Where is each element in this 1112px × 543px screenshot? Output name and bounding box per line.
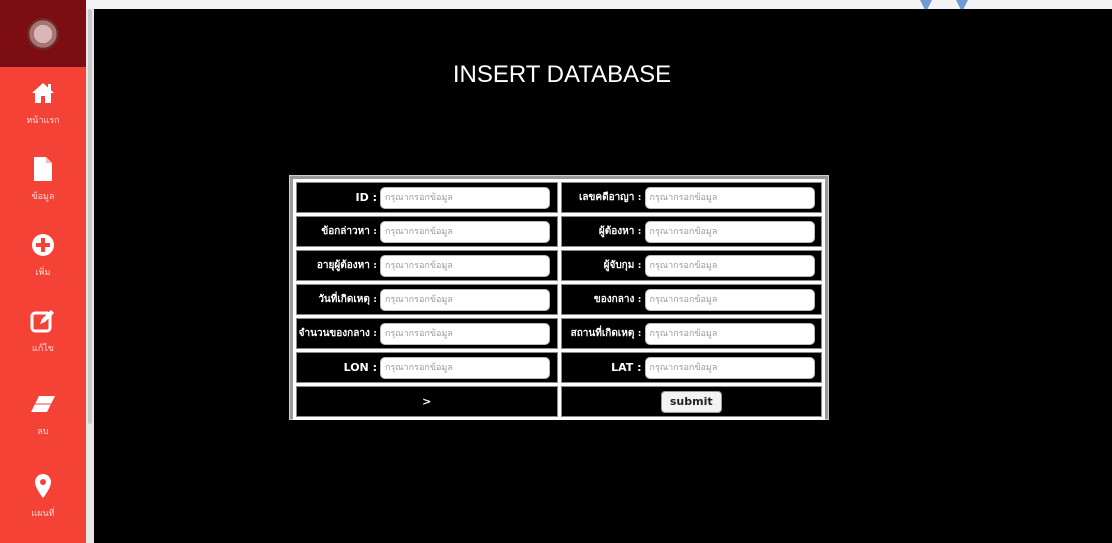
sidebar-item-label: หน้าแรก [26, 116, 60, 126]
sidebar: หน้าแรก ข้อมูล เพิ่ม แก้ไข ลบ แผนที่ [0, 0, 86, 543]
evidence-quantity-label: จำนวนของกลาง : [298, 328, 377, 339]
arresting-officer-input[interactable] [644, 254, 815, 277]
form-row: จำนวนของกลาง : สถานที่เกิดเหตุ : [296, 318, 822, 349]
id-input[interactable] [380, 186, 550, 209]
suspect-age-input[interactable] [380, 254, 550, 277]
form-row: ID : เลขคดีอาญา : [296, 182, 822, 213]
eraser-icon [30, 390, 56, 418]
form-row: อายุผู้ต้องหา : ผู้จับกุม : [296, 250, 822, 281]
incident-date-label: วันที่เกิดเหตุ : [318, 294, 377, 305]
file-icon [33, 155, 53, 183]
arresting-officer-label: ผู้จับกุม : [603, 260, 642, 271]
case-number-input[interactable] [644, 186, 815, 209]
sidebar-item-label: เพิ่ม [35, 268, 51, 278]
form-row: ข้อกล่าวหา : ผู้ต้องหา : [296, 216, 822, 247]
emblem-icon [27, 17, 59, 50]
form-row: วันที่เกิดเหตุ : ของกลาง : [296, 284, 822, 315]
incident-location-input[interactable] [644, 322, 815, 345]
evidence-label: ของกลาง : [593, 294, 642, 305]
sidebar-item-home[interactable]: หน้าแรก [0, 67, 86, 142]
form-row: LON : LAT : [296, 352, 822, 383]
evidence-quantity-input[interactable] [380, 322, 550, 345]
sidebar-item-label: ข้อมูล [31, 192, 55, 202]
case-number-label: เลขคดีอาญา : [579, 192, 642, 203]
plus-circle-icon [31, 231, 55, 259]
edit-icon [30, 307, 56, 335]
suspect-label: ผู้ต้องหา : [598, 226, 642, 237]
insert-form: ID : เลขคดีอาญา : ข้อกล่าวหา : ผู้ต้องหา… [289, 175, 829, 420]
map-marker-icon [34, 472, 52, 500]
lon-label: LON : [343, 361, 377, 374]
lon-input[interactable] [380, 356, 550, 379]
sidebar-item-label: แผนที่ [31, 509, 55, 519]
sidebar-logo[interactable] [0, 0, 86, 67]
top-strip [0, 0, 1112, 9]
suspect-input[interactable] [644, 220, 815, 243]
form-table: ID : เลขคดีอาญา : ข้อกล่าวหา : ผู้ต้องหา… [293, 179, 825, 420]
form-row: > submit [296, 386, 822, 417]
charge-label: ข้อกล่าวหา : [321, 226, 377, 237]
page-title: INSERT DATABASE [452, 61, 672, 88]
evidence-input[interactable] [644, 288, 815, 311]
sidebar-item-add[interactable]: เพิ่ม [0, 219, 86, 294]
incident-date-input[interactable] [380, 288, 550, 311]
incident-location-label: สถานที่เกิดเหตุ : [570, 328, 642, 339]
charge-input[interactable] [380, 220, 550, 243]
sidebar-item-edit[interactable]: แก้ไข [0, 295, 86, 370]
sidebar-item-label: แก้ไข [32, 344, 54, 354]
sidebar-item-map[interactable]: แผนที่ [0, 460, 86, 535]
sidebar-item-data[interactable]: ข้อมูล [0, 143, 86, 218]
id-label: ID : [355, 191, 377, 204]
sidebar-item-label: ลบ [37, 427, 49, 437]
scrollbar-thumb[interactable] [88, 9, 92, 424]
sidebar-item-delete[interactable]: ลบ [0, 378, 86, 453]
submit-button[interactable]: submit [660, 390, 722, 413]
home-icon [30, 79, 56, 107]
bottom-left-marker: > [422, 395, 432, 408]
main-content: INSERT DATABASE ID : เลขคดีอาญา : ข้อกล่… [94, 9, 1112, 543]
suspect-age-label: อายุผู้ต้องหา : [316, 260, 377, 271]
lat-label: LAT : [611, 361, 642, 374]
lat-input[interactable] [644, 356, 815, 379]
